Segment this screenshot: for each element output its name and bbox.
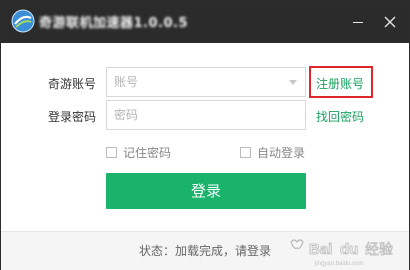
remember-checkbox-box[interactable] [106, 147, 117, 158]
remember-password-checkbox[interactable]: 记住密码 [106, 144, 171, 161]
auto-login-checkbox[interactable]: 自动登录 [240, 144, 305, 161]
svg-text:Bai: Bai [309, 241, 332, 258]
password-placeholder: 密码 [114, 108, 139, 122]
password-label: 登录密码 [48, 110, 97, 124]
password-input[interactable]: 密码 [106, 100, 306, 130]
qiyou-logo-icon [11, 9, 35, 33]
window-title: 奇游联机加速器1.0.0.5 [39, 16, 188, 31]
close-button[interactable] [375, 1, 405, 43]
login-button[interactable]: 登录 [106, 173, 306, 209]
auto-login-label: 自动登录 [257, 146, 306, 160]
title-bar[interactable]: 奇游联机加速器1.0.0.5 [1, 1, 409, 43]
register-account-link[interactable]: 注册账号 [316, 75, 364, 92]
auto-login-checkbox-box[interactable] [240, 147, 251, 158]
baidu-jingyan-watermark: Bai du 经验 jingyan.baidu.com [290, 239, 393, 267]
login-window: 奇游联机加速器1.0.0.5 奇游账号 账号 注册账号 登录密码 密码 找回密码… [0, 0, 410, 270]
minimize-icon [353, 21, 363, 23]
account-label: 奇游账号 [48, 77, 97, 91]
minimize-button[interactable] [343, 1, 373, 43]
svg-text:du: du [340, 241, 358, 258]
status-bar: 状态：加载完成，请登录 Bai du 经验 jingyan.baidu.com [1, 231, 409, 270]
svg-text:经验: 经验 [365, 242, 393, 258]
svg-text:jingyan.baidu.com: jingyan.baidu.com [314, 261, 363, 267]
account-placeholder: 账号 [114, 75, 139, 89]
chevron-down-icon[interactable] [289, 80, 297, 85]
close-icon [384, 16, 396, 28]
forgot-password-link[interactable]: 找回密码 [316, 108, 364, 125]
remember-password-label: 记住密码 [123, 146, 172, 160]
account-input[interactable]: 账号 [106, 67, 306, 97]
